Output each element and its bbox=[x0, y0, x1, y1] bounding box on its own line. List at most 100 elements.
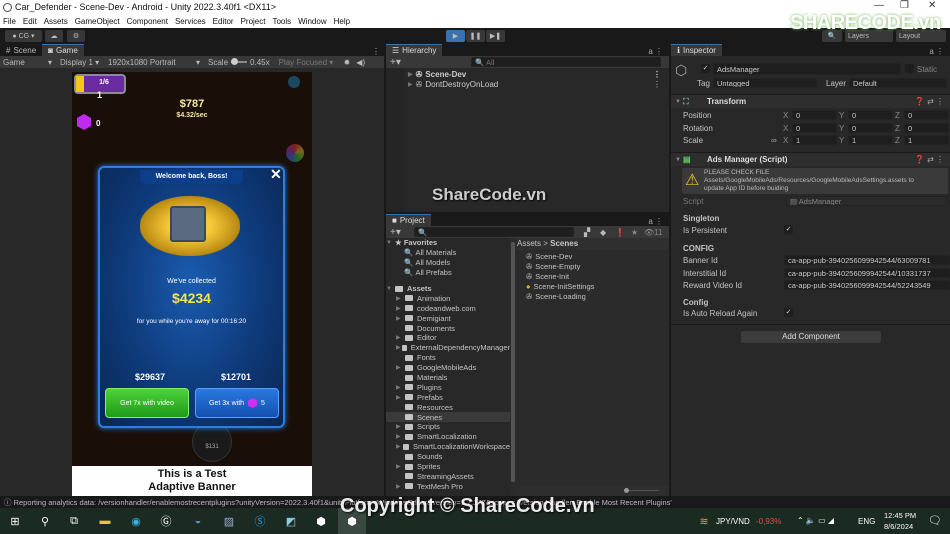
interstitial-id-input[interactable]: ca-app-pub-3940256099942544/10331737 bbox=[784, 268, 950, 278]
position-y-input[interactable]: 0 bbox=[848, 110, 893, 120]
edge-icon[interactable]: ◉ bbox=[128, 513, 144, 529]
add-button[interactable]: +▾ bbox=[386, 57, 401, 68]
folder-item[interactable]: ▶ ExternalDependencyManager bbox=[386, 343, 510, 353]
filter-label-icon[interactable]: ◆ bbox=[600, 228, 606, 237]
create-button[interactable]: +▾ bbox=[386, 227, 401, 238]
tab-inspector[interactable]: ℹ Inspector bbox=[671, 44, 722, 56]
menu-file[interactable]: File bbox=[3, 17, 16, 26]
eye-icon[interactable]: 👁11 bbox=[644, 228, 662, 237]
scene-file-item[interactable]: ✇ Scene-Empty bbox=[526, 262, 669, 272]
lock-icon[interactable]: a ⋮ bbox=[648, 47, 663, 56]
step-button[interactable]: ▶❚ bbox=[486, 30, 505, 42]
position-z-input[interactable]: 0 bbox=[904, 110, 949, 120]
tab-hierarchy[interactable]: ☰ Hierarchy bbox=[386, 44, 443, 56]
hierarchy-search-input[interactable]: 🔍 All bbox=[471, 57, 661, 67]
transform-header[interactable]: ▼ ⛶ Transform ❓ ⇄ ⋮ bbox=[671, 94, 950, 108]
clock-date[interactable]: 8/6/2024 bbox=[884, 522, 913, 531]
menu-services[interactable]: Services bbox=[175, 17, 206, 26]
app-bird-icon[interactable]: ◒ bbox=[190, 513, 206, 529]
folder-item[interactable]: ▶ Animation bbox=[386, 293, 510, 303]
hierarchy-item[interactable]: ▶ ✇ DontDestroyOnLoad ⋮ bbox=[386, 79, 669, 89]
windows-start-icon[interactable]: ⊞ bbox=[7, 513, 23, 529]
favorite-item[interactable]: 🔍 All Materials bbox=[386, 248, 510, 258]
game-mode-dropdown[interactable]: Game ▾ bbox=[0, 58, 56, 67]
tab-scene[interactable]: # Scene bbox=[0, 44, 42, 56]
unity-hub-icon[interactable]: ⬢ bbox=[313, 513, 329, 529]
folder-item[interactable]: ▶ SmartLocalizationWorkspace bbox=[386, 442, 510, 452]
menu-tools[interactable]: Tools bbox=[272, 17, 291, 26]
folder-item[interactable]: ▶ SmartLocalization bbox=[386, 432, 510, 442]
folder-item[interactable]: Materials bbox=[386, 373, 510, 383]
menu-gameobject[interactable]: GameObject bbox=[75, 17, 120, 26]
hierarchy-item[interactable]: ▶ ✇ Scene-Dev ⋮ bbox=[386, 69, 669, 79]
close-icon[interactable]: ✕ bbox=[270, 166, 282, 183]
folder-item[interactable]: ▶ Sprites bbox=[386, 462, 510, 472]
minimize-button[interactable]: — bbox=[874, 0, 884, 11]
scale-slider[interactable] bbox=[231, 58, 248, 65]
get-7x-video-button[interactable]: Get 7x with video bbox=[105, 388, 189, 418]
play-button[interactable]: ▶ bbox=[446, 30, 465, 42]
filter-type-icon[interactable]: ▞ bbox=[584, 228, 590, 237]
tag-dropdown[interactable]: Untagged bbox=[713, 78, 817, 88]
scale-z-input[interactable]: 1 bbox=[904, 135, 949, 145]
folder-item[interactable]: ▶ Scripts bbox=[386, 422, 510, 432]
folder-item[interactable]: ▶ GoogleMobileAds bbox=[386, 363, 510, 373]
task-view-icon[interactable]: ⧉ bbox=[66, 513, 82, 529]
component-menu-icon[interactable]: ❓ ⇄ ⋮ bbox=[915, 155, 944, 164]
get-3x-gems-button[interactable]: Get 3x with 5 bbox=[195, 388, 279, 418]
folder-item[interactable]: Documents bbox=[386, 323, 510, 333]
close-button[interactable]: ✕ bbox=[928, 0, 936, 11]
menu-help[interactable]: Help bbox=[334, 17, 350, 26]
menu-project[interactable]: Project bbox=[241, 17, 266, 26]
menu-edit[interactable]: Edit bbox=[23, 17, 37, 26]
app-image-icon[interactable]: ▨ bbox=[221, 513, 237, 529]
play-focused-dropdown[interactable]: Play Focused ▾ bbox=[270, 58, 340, 67]
audio-icon[interactable]: ◀) bbox=[350, 58, 365, 67]
bug-icon[interactable]: ✹ bbox=[340, 58, 351, 67]
rotation-x-input[interactable]: 0 bbox=[792, 122, 837, 133]
ads-manager-header[interactable]: ▼ ▤ Ads Manager (Script) ❓ ⇄ ⋮ bbox=[671, 152, 950, 166]
display-dropdown[interactable]: Display 1 ▾ bbox=[56, 58, 104, 67]
add-component-button[interactable]: Add Component bbox=[741, 331, 881, 343]
search-icon[interactable]: ⚲ bbox=[37, 513, 53, 529]
layer-dropdown[interactable]: Default bbox=[849, 78, 947, 88]
info-icon[interactable]: ❗ bbox=[615, 228, 625, 237]
lock-icon[interactable]: a ⋮ bbox=[648, 217, 663, 226]
app-notes-icon[interactable]: ◩ bbox=[283, 513, 299, 529]
scale-y-input[interactable]: 1 bbox=[848, 135, 893, 145]
reward-video-id-input[interactable]: ca-app-pub-3940256099942544/52243549 bbox=[784, 280, 950, 290]
more-icon[interactable]: ⋮ bbox=[372, 47, 380, 56]
scene-file-item[interactable]: ● Scene-InitSettings bbox=[526, 282, 669, 292]
settings-gear-icon[interactable] bbox=[288, 76, 300, 88]
resolution-dropdown[interactable]: 1920x1080 Portrait ▾ bbox=[104, 58, 202, 67]
app-g-icon[interactable]: Ⓖ bbox=[158, 513, 174, 529]
folder-item[interactable]: ▶ TextMesh Pro bbox=[386, 481, 510, 491]
project-search-input[interactable]: 🔍 bbox=[414, 227, 574, 237]
folder-item[interactable]: Fonts bbox=[386, 353, 510, 363]
item-menu-icon[interactable]: ⋮ bbox=[653, 70, 661, 79]
scene-file-item[interactable]: ✇ Scene-Loading bbox=[526, 292, 669, 302]
tab-project[interactable]: ■ Project bbox=[386, 214, 431, 226]
folder-item[interactable]: Scenes bbox=[386, 412, 510, 423]
static-checkbox[interactable] bbox=[905, 64, 914, 73]
folder-item[interactable]: ▶ codeandweb.com bbox=[386, 303, 510, 313]
folder-item[interactable]: Resources bbox=[386, 402, 510, 412]
scene-file-item[interactable]: ✇ Scene-Init bbox=[526, 272, 669, 282]
auto-reload-checkbox[interactable]: ✓ bbox=[784, 308, 793, 317]
rotation-z-input[interactable]: 0 bbox=[904, 122, 949, 133]
favorite-item[interactable]: 🔍 All Models bbox=[386, 258, 510, 268]
component-menu-icon[interactable]: ❓ ⇄ ⋮ bbox=[915, 97, 944, 106]
favorite-item[interactable]: 🔍 All Prefabs bbox=[386, 268, 510, 278]
collab-button[interactable]: ⚙ bbox=[67, 30, 85, 42]
rotation-y-input[interactable]: 0 bbox=[848, 122, 893, 133]
clock-time[interactable]: 12:45 PM bbox=[884, 511, 916, 520]
menu-editor[interactable]: Editor bbox=[213, 17, 234, 26]
banner-id-input[interactable]: ca-app-pub-3940256099942544/63009781 bbox=[784, 255, 950, 265]
tab-game[interactable]: ◙ Game bbox=[42, 44, 84, 56]
folder-item[interactable]: ▶ Plugins bbox=[386, 382, 510, 392]
position-x-input[interactable]: 0 bbox=[792, 110, 837, 120]
scene-file-item[interactable]: ✇ Scene-Dev bbox=[526, 252, 669, 262]
object-name-input[interactable]: AdsManager bbox=[713, 63, 901, 75]
account-dropdown[interactable]: ● CG ▾ bbox=[5, 30, 42, 42]
skype-icon[interactable]: Ⓢ bbox=[252, 513, 268, 529]
